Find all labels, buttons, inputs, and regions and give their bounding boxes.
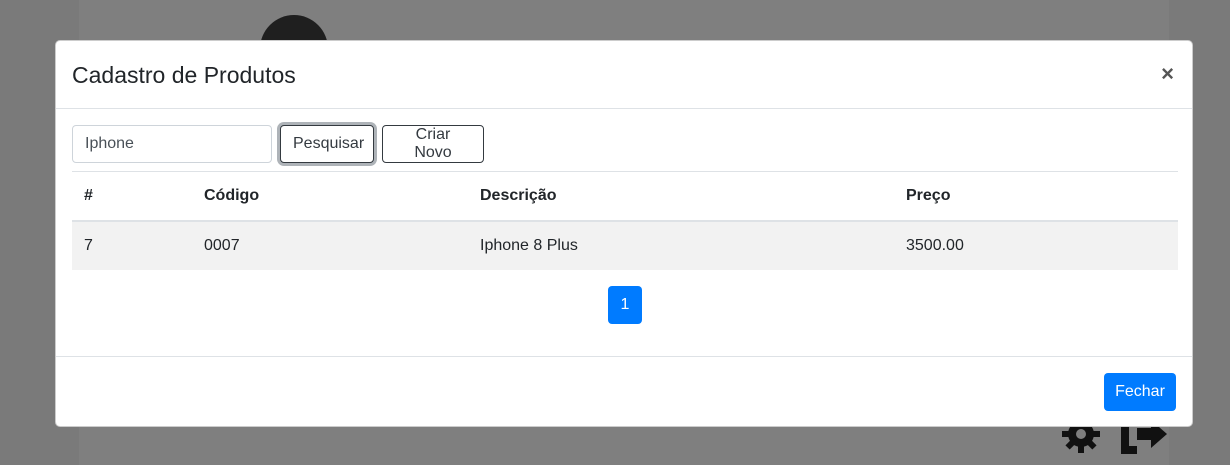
close-button[interactable]: Fechar bbox=[1104, 373, 1176, 411]
column-header-code: Código bbox=[192, 171, 468, 222]
cell-price: 3500.00 bbox=[894, 221, 1178, 270]
table-row[interactable]: 7 0007 Iphone 8 Plus 3500.00 bbox=[72, 221, 1178, 270]
modal-header: Cadastro de Produtos × bbox=[56, 41, 1192, 109]
column-header-description: Descrição bbox=[468, 171, 894, 222]
products-table: # Código Descrição Preço 7 0007 Iphone 8… bbox=[72, 171, 1178, 270]
table-header-row: # Código Descrição Preço bbox=[72, 171, 1178, 222]
close-icon[interactable]: × bbox=[1157, 59, 1178, 89]
cell-description: Iphone 8 Plus bbox=[468, 221, 894, 270]
cell-id: 7 bbox=[72, 221, 192, 270]
search-input[interactable] bbox=[72, 125, 272, 163]
pagination: 1 bbox=[608, 286, 642, 324]
product-modal: Cadastro de Produtos × Pesquisar Criar N… bbox=[55, 40, 1193, 427]
modal-body: Pesquisar Criar Novo # Código Descrição … bbox=[56, 109, 1192, 357]
column-header-id: # bbox=[72, 171, 192, 222]
modal-title: Cadastro de Produtos bbox=[72, 62, 296, 88]
cell-code: 0007 bbox=[192, 221, 468, 270]
column-header-price: Preço bbox=[894, 171, 1178, 222]
search-button[interactable]: Pesquisar bbox=[280, 125, 374, 163]
modal-footer: Fechar bbox=[56, 357, 1192, 427]
page-button-1[interactable]: 1 bbox=[608, 286, 642, 324]
create-new-button[interactable]: Criar Novo bbox=[382, 125, 484, 163]
search-row: Pesquisar Criar Novo bbox=[72, 125, 484, 163]
